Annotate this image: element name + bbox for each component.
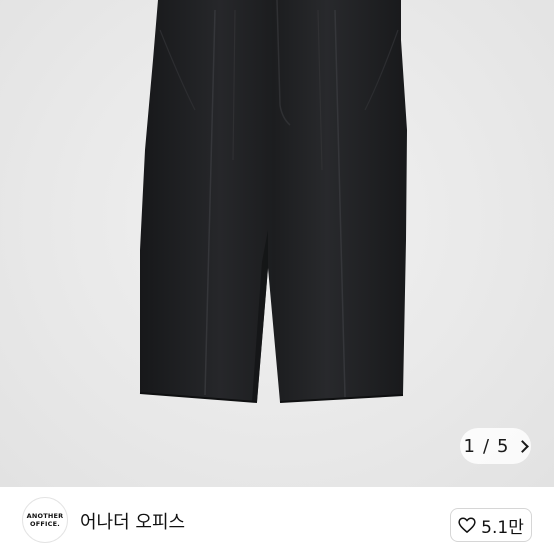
- like-button[interactable]: 5.1만: [450, 508, 532, 542]
- shop-logo[interactable]: ANOTHER OFFICE.: [22, 497, 68, 543]
- like-count: 5.1만: [481, 517, 524, 538]
- shop-name[interactable]: 어나더 오피스: [80, 508, 185, 534]
- page-indicator-total: 5: [497, 435, 509, 457]
- trousers-shape: [140, 0, 407, 402]
- trousers-illustration: [139, 0, 407, 403]
- image-page-indicator[interactable]: 1 / 5: [460, 428, 531, 464]
- chevron-right-icon: [516, 439, 530, 453]
- heart-icon: [458, 517, 476, 533]
- page-indicator-current: 1: [463, 435, 475, 457]
- shop-logo-line2: OFFICE.: [30, 520, 60, 528]
- shop-logo-line1: ANOTHER: [26, 512, 64, 520]
- page-indicator-separator: /: [482, 435, 490, 457]
- product-image[interactable]: 1 / 5: [0, 0, 554, 487]
- product-detail-screen: 1 / 5 ANOTHER OFFICE. 어나더 오피스 5.1만: [0, 0, 554, 554]
